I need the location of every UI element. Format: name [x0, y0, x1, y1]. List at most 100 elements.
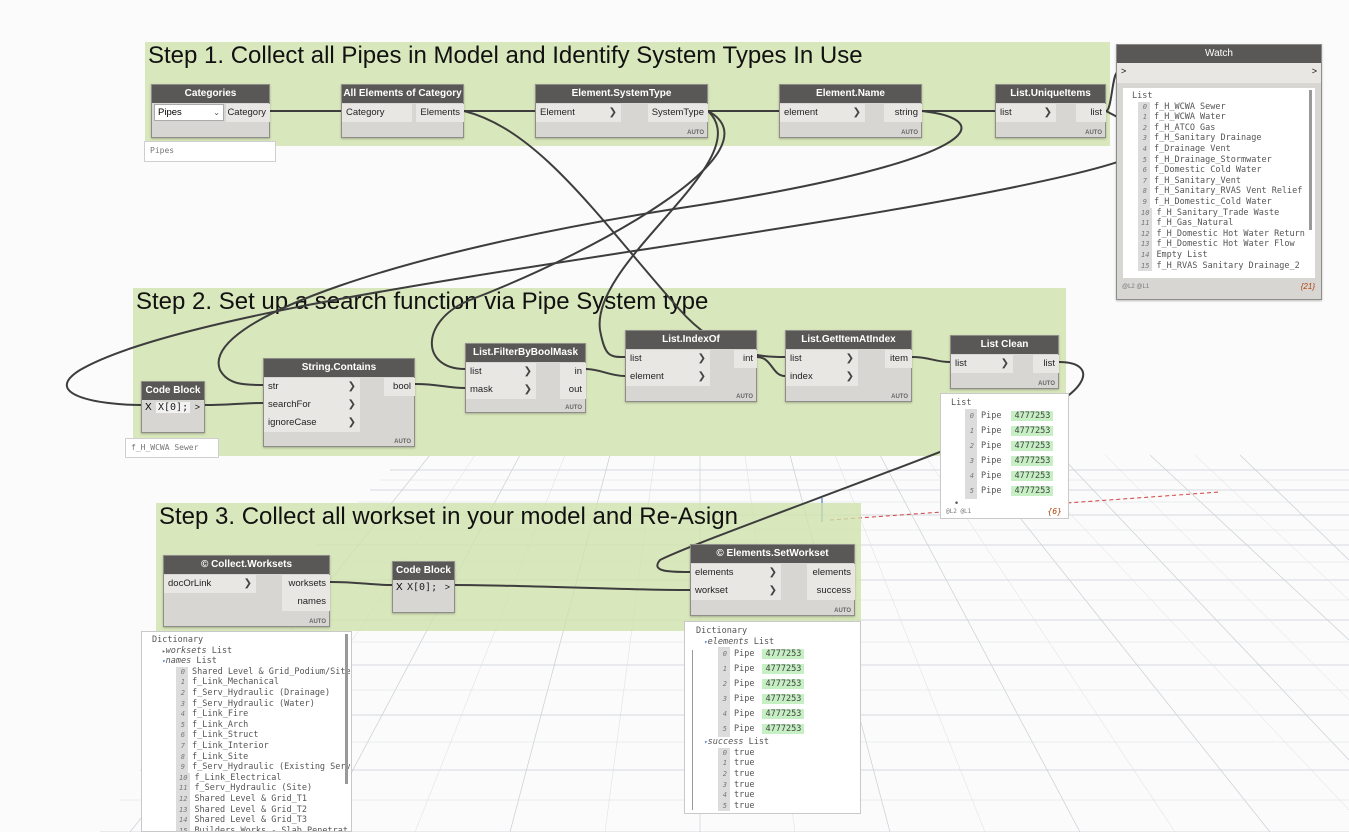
port-index-in[interactable]: index ❯: [786, 368, 858, 386]
node-string-contains[interactable]: String.Contains str ❯ searchFor ❯ ignoreCa…: [263, 358, 415, 447]
categories-dropdown[interactable]: Pipes ⌄: [154, 104, 224, 121]
watch-input-port[interactable]: >: [1121, 66, 1126, 76]
port-elements-out[interactable]: Elements: [416, 104, 464, 122]
port-systemtype-out[interactable]: SystemType: [648, 104, 708, 122]
port-elements-out[interactable]: elements: [807, 564, 855, 582]
code-editor[interactable]: X[0];: [407, 582, 437, 593]
lacing-auto[interactable]: AUTO: [309, 619, 326, 625]
element-id[interactable]: 4777253: [762, 664, 805, 675]
node-code-block-1[interactable]: Code Block X X[0]; >: [141, 381, 205, 433]
port-worksets-out[interactable]: worksets: [282, 575, 330, 593]
port-searchfor-in[interactable]: searchFor ❯: [264, 396, 360, 414]
port-out[interactable]: >: [445, 582, 450, 592]
port-category-in[interactable]: Category: [342, 104, 412, 122]
port-int-out[interactable]: int: [734, 350, 757, 368]
collect-worksets-preview[interactable]: Dictionary ▸worksets List ▾names List 0S…: [141, 631, 352, 832]
port-x-in[interactable]: X: [145, 402, 152, 413]
node-all-elements[interactable]: All Elements of Category Category Elemen…: [341, 84, 464, 138]
port-elements-in[interactable]: elements ❯: [691, 564, 781, 582]
item-value: f_Link_Interior: [192, 740, 269, 751]
port-list-out[interactable]: list: [1076, 104, 1106, 122]
node-element-name[interactable]: Element.Name element ❯ string AUTO: [779, 84, 922, 138]
element-id[interactable]: 4777253: [1011, 440, 1054, 451]
node-list-clean[interactable]: List Clean list ❯ list AUTO: [950, 335, 1059, 389]
code-editor[interactable]: X[0];: [156, 402, 191, 413]
lacing-auto[interactable]: AUTO: [834, 608, 851, 614]
scrollbar[interactable]: [692, 650, 693, 810]
item-index: 4: [965, 468, 977, 484]
lacing-auto[interactable]: AUTO: [687, 130, 704, 136]
lacing-auto[interactable]: AUTO: [1085, 130, 1102, 136]
node-list-indexof[interactable]: List.IndexOf list ❯ element ❯ int AUTO: [625, 330, 757, 402]
wire-bool-mask: [414, 383, 466, 389]
node-list-uniqueitems[interactable]: List.UniqueItems list ❯ list AUTO: [995, 84, 1106, 138]
port-success-out[interactable]: success: [807, 582, 855, 600]
port-list-in[interactable]: list ❯: [786, 350, 858, 368]
list-item: 0 Shared Level & Grid_Podium/Site: [176, 666, 351, 678]
setworkset-preview[interactable]: Dictionary ▾elements List 0 Pipe 4777253 1 P…: [684, 621, 861, 814]
list-clean-preview[interactable]: List 0 Pipe 4777253 1 Pipe 4777253 2 Pipe 477725…: [940, 393, 1069, 519]
scrollbar[interactable]: [1309, 90, 1312, 230]
names-entry[interactable]: ▾names List: [152, 656, 351, 667]
element-id[interactable]: 4777253: [762, 694, 805, 705]
item-value: f_Serv_Hydraulic (Existing Serv: [192, 762, 351, 773]
port-list-in[interactable]: list ❯: [996, 104, 1056, 122]
node-filter-by-bool-mask[interactable]: List.FilterByBoolMask list ❯ mask ❯ in out…: [465, 343, 586, 413]
port-list-in[interactable]: list ❯: [466, 363, 536, 381]
watch-output-port[interactable]: >: [1312, 66, 1317, 76]
port-in-out[interactable]: in: [560, 363, 586, 381]
port-str-in[interactable]: str ❯: [264, 378, 360, 396]
element-id[interactable]: 4777253: [762, 679, 805, 690]
port-out[interactable]: >: [195, 402, 200, 412]
lacing-auto[interactable]: AUTO: [565, 405, 582, 411]
node-title: All Elements of Category: [342, 85, 463, 103]
lacing-auto[interactable]: AUTO: [901, 130, 918, 136]
port-workset-in[interactable]: workset ❯: [691, 582, 781, 600]
lacing-auto[interactable]: AUTO: [394, 439, 411, 445]
node-collect-worksets[interactable]: © Collect.Worksets docOrLink ❯ worksets n…: [163, 555, 330, 627]
port-list-in[interactable]: list ❯: [951, 355, 1013, 373]
port-element-in[interactable]: element ❯: [626, 368, 710, 386]
item-index: 5: [176, 719, 188, 731]
element-id[interactable]: 4777253: [1011, 470, 1054, 481]
item-value: f_H_Sanitary_Trade Waste: [1156, 207, 1280, 218]
success-entry[interactable]: ▾success List: [696, 737, 860, 748]
port-string-out[interactable]: string: [884, 104, 922, 122]
watch-preview[interactable]: List 0 f_H_WCWA Sewer 1 f_H_WCWA Water 2 f_H_…: [1123, 88, 1315, 278]
port-mask-in[interactable]: mask ❯: [466, 381, 536, 399]
port-category-out[interactable]: Category: [226, 104, 270, 122]
node-list-getitematindex[interactable]: List.GetItemAtIndex list ❯ index ❯ item AU…: [785, 330, 912, 402]
lacing-auto[interactable]: AUTO: [891, 394, 908, 400]
port-list-in[interactable]: list ❯: [626, 350, 710, 368]
element-id[interactable]: 4777253: [1011, 410, 1054, 421]
scrollbar[interactable]: [345, 634, 348, 784]
port-item-out[interactable]: item: [885, 350, 912, 368]
element-id[interactable]: 4777253: [1011, 455, 1054, 466]
port-x-in[interactable]: X: [396, 582, 403, 593]
element-id[interactable]: 4777253: [762, 724, 805, 735]
node-watch[interactable]: Watch > > List 0 f_H_WCWA Sewer 1 f_H_WCWA …: [1116, 44, 1322, 300]
node-element-systemtype[interactable]: Element.SystemType Element ❯ SystemType A…: [535, 84, 708, 138]
dynamo-canvas[interactable]: Step 1. Collect all Pipes in Model and I…: [0, 0, 1349, 832]
worksets-entry[interactable]: ▸worksets List: [152, 646, 351, 657]
port-docorlink-in[interactable]: docOrLink ❯: [164, 575, 256, 593]
item-value: true: [734, 790, 755, 801]
port-element-in[interactable]: element ❯: [780, 104, 865, 122]
node-elements-setworkset[interactable]: © Elements.SetWorkset elements ❯ workset ❯…: [690, 544, 855, 616]
element-id[interactable]: 4777253: [1011, 425, 1054, 436]
port-label: list: [630, 353, 642, 364]
port-out-out[interactable]: out: [560, 381, 586, 399]
port-list-out[interactable]: list: [1033, 355, 1059, 373]
lacing-auto[interactable]: AUTO: [736, 394, 753, 400]
port-ignorecase-in[interactable]: ignoreCase ❯: [264, 414, 360, 432]
port-bool-out[interactable]: bool: [384, 378, 415, 396]
element-id[interactable]: 4777253: [1011, 485, 1054, 496]
elements-entry[interactable]: ▾elements List: [696, 637, 860, 648]
element-id[interactable]: 4777253: [762, 709, 805, 720]
node-categories[interactable]: Categories Pipes ⌄ Category: [151, 84, 270, 138]
port-names-out[interactable]: names: [282, 593, 330, 611]
node-code-block-2[interactable]: Code Block X X[0]; >: [392, 561, 455, 613]
element-id[interactable]: 4777253: [762, 649, 805, 660]
lacing-auto[interactable]: AUTO: [1038, 381, 1055, 387]
port-element-in[interactable]: Element ❯: [536, 104, 621, 122]
